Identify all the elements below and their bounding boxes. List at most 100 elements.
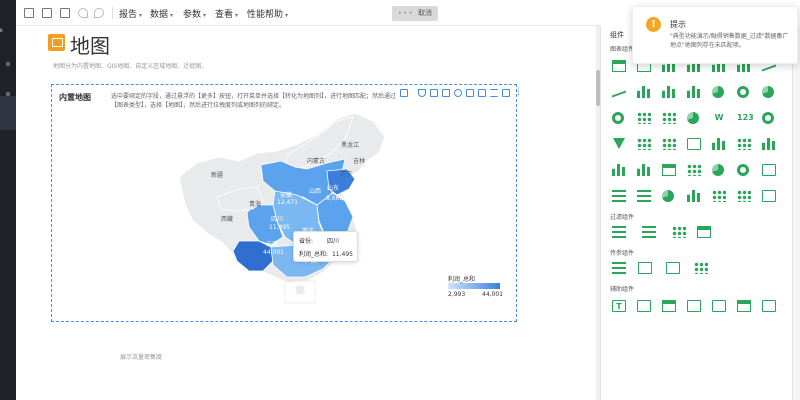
progress-ring-icon[interactable] — [737, 164, 749, 176]
tree-chart-icon[interactable] — [762, 164, 776, 176]
map-label-shanxi: 山西 — [309, 187, 321, 195]
globe-icon[interactable] — [662, 190, 674, 202]
left-sidebar: k — [0, 0, 16, 400]
close-widget-icon[interactable] — [762, 300, 776, 312]
map-region-hainan — [295, 285, 305, 295]
fullscreen-icon[interactable] — [400, 89, 408, 97]
word-cloud-icon[interactable]: W — [712, 112, 726, 124]
map-widget[interactable]: 内置地图 选中要绑定的字段，通过悬浮的【更多】按钮，打开菜单并选择【转化为地图列… — [51, 84, 523, 322]
menu-params[interactable]: 参数 ▾ — [183, 7, 206, 20]
sidebar-item-icon[interactable] — [6, 62, 10, 66]
notification-toast[interactable]: ! 提示 "典型功能演示/融得销售数据_过滤"数据集广地点"地图列存在未匹配项。 — [632, 6, 798, 64]
settings-icon[interactable] — [502, 89, 510, 97]
param-list-icon[interactable] — [612, 262, 626, 274]
map-label-shandong-value: 8,666 — [326, 195, 343, 202]
toolbar-divider — [112, 7, 113, 19]
kpi-number-icon[interactable]: 123 — [737, 112, 754, 124]
menu-performance-help[interactable]: 性能帮助 ▾ — [247, 7, 288, 20]
list-icon[interactable] — [490, 89, 498, 97]
waterfall-icon[interactable] — [712, 138, 726, 150]
menu-view[interactable]: 查看 ▾ — [215, 7, 238, 20]
page-title: 地图 — [70, 34, 110, 58]
rose-chart-icon[interactable] — [762, 86, 774, 98]
chord-icon[interactable] — [712, 164, 724, 176]
filter-icon[interactable] — [418, 89, 426, 97]
chevron-down-icon: ▾ — [235, 12, 239, 19]
map-label-yunnan: 云南 — [266, 240, 278, 248]
link-icon[interactable] — [466, 89, 474, 97]
tooltip-province-row: 省份: 四川 — [299, 236, 339, 245]
candlestick-icon[interactable] — [687, 190, 701, 202]
button-widget-icon[interactable] — [687, 300, 701, 312]
donut-chart-icon[interactable] — [737, 86, 749, 98]
param-text-icon[interactable] — [666, 262, 680, 274]
map-label-sichuan: 四川 — [271, 216, 283, 223]
gantt-icon[interactable] — [637, 190, 651, 202]
funnel-icon[interactable] — [613, 138, 625, 149]
area-chart-icon[interactable] — [637, 86, 651, 98]
tooltip-metric-row: 利润_总和: 11,495 — [299, 249, 353, 258]
param-input-icon[interactable] — [638, 262, 652, 274]
new-page-icon[interactable] — [42, 8, 52, 18]
edit-icon[interactable] — [24, 8, 34, 18]
zoom-in-icon[interactable] — [454, 89, 462, 97]
map-label-neimenggu: 内蒙古 — [307, 157, 325, 165]
chevron-down-icon: ▾ — [285, 12, 289, 19]
sunburst-icon[interactable] — [687, 112, 699, 124]
histogram-icon[interactable] — [612, 164, 626, 176]
canvas-caption: 展示流量密集度 — [120, 354, 163, 361]
bar-horizontal-icon[interactable] — [612, 190, 626, 202]
right-panel-strip[interactable] — [792, 26, 800, 400]
list-filter-icon[interactable] — [612, 226, 626, 238]
pie-chart-icon[interactable] — [712, 86, 724, 98]
sidebar-item-selected[interactable] — [0, 96, 16, 130]
tree-filter-icon[interactable] — [642, 226, 656, 238]
legend-gradient-bar[interactable] — [448, 283, 500, 289]
stacked-area-icon[interactable] — [662, 86, 676, 98]
box-plot-icon[interactable] — [637, 164, 651, 176]
undo-icon[interactable] — [78, 8, 88, 18]
layout-container-icon[interactable] — [737, 300, 751, 312]
china-map[interactable]: 黑龙江 内蒙古 吉林 辽宁 新疆 青海 西藏 安徽 12,471 山西 山东 8… — [177, 105, 397, 305]
image-icon[interactable] — [637, 300, 651, 312]
sankey-icon[interactable] — [762, 190, 776, 202]
slider-filter-icon[interactable] — [672, 226, 686, 238]
param-range-icon[interactable] — [694, 262, 708, 274]
radar-icon[interactable] — [687, 138, 701, 150]
gauge-icon[interactable] — [762, 112, 774, 124]
flow-map-icon[interactable] — [712, 190, 726, 202]
graph-icon[interactable] — [687, 164, 701, 176]
table-icon[interactable] — [612, 60, 626, 72]
widget-toolbar: ⋮ — [396, 87, 523, 101]
page-subtitle: 地图分为内置地图、GIS地图、自定义区域地图、迁徙图。 — [53, 63, 208, 70]
heatmap-icon[interactable] — [662, 164, 676, 176]
more-icon[interactable]: ⋮ — [514, 87, 523, 97]
menu-data[interactable]: 数据 ▾ — [150, 7, 173, 20]
date-filter-icon[interactable] — [697, 226, 711, 238]
web-page-icon[interactable] — [662, 300, 676, 312]
map-point-icon[interactable] — [637, 112, 651, 124]
resize-icon[interactable] — [442, 89, 450, 97]
trend-scatter-icon[interactable] — [737, 190, 751, 202]
map-region-icon[interactable] — [637, 138, 651, 150]
redo-icon[interactable] — [94, 8, 104, 18]
bubble-chart-icon[interactable] — [662, 112, 676, 124]
combo-chart-icon[interactable] — [762, 138, 776, 150]
warning-icon: ! — [646, 17, 661, 32]
gauge-ring-icon[interactable] — [612, 112, 624, 124]
notification-message: "典型功能演示/融得销售数据_过滤"数据集广地点"地图列存在未匹配项。 — [670, 33, 789, 49]
text-box-icon[interactable]: T — [612, 300, 626, 312]
copy-icon[interactable] — [430, 89, 438, 97]
map-label-heilongjiang: 黑龙江 — [341, 141, 359, 149]
save-icon[interactable] — [60, 8, 70, 18]
multi-line-icon[interactable] — [612, 85, 626, 98]
tab-container-icon[interactable] — [712, 300, 726, 312]
map-label-liaoning: 辽宁 — [340, 170, 352, 178]
scatter-icon[interactable] — [662, 138, 676, 150]
export-icon[interactable] — [478, 89, 486, 97]
menu-report[interactable]: 报告 ▾ — [119, 7, 142, 20]
dot-plot-icon[interactable] — [737, 138, 751, 150]
cancel-button[interactable]: • • • 取消 — [392, 6, 438, 21]
tooltip-province-value: 四川 — [326, 238, 339, 245]
stream-chart-icon[interactable] — [687, 86, 701, 98]
